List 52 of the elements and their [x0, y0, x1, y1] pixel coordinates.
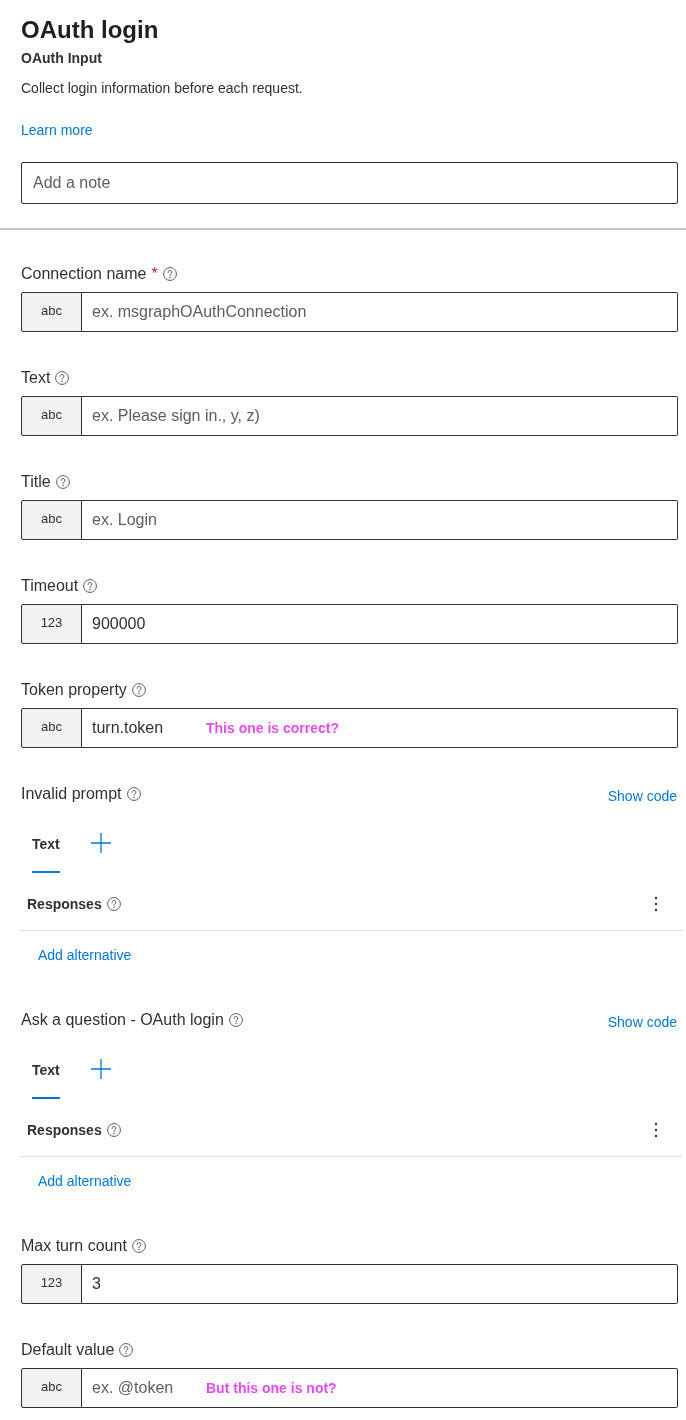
field-label: Max turn count	[21, 1236, 127, 1256]
help-icon[interactable]	[228, 1013, 243, 1027]
field-label: Connection name	[21, 264, 147, 284]
responses-label: Responses	[27, 895, 102, 914]
help-icon[interactable]	[83, 579, 98, 593]
required-mark: *	[151, 264, 158, 284]
tab[interactable]: Text	[32, 1049, 60, 1099]
more-icon[interactable]	[654, 1122, 658, 1138]
responses-label: Responses	[27, 1121, 102, 1140]
field-label: Timeout	[21, 576, 79, 596]
help-icon[interactable]	[106, 897, 121, 911]
annotation-text: This one is correct?	[206, 719, 340, 737]
help-icon[interactable]	[55, 475, 70, 489]
help-icon[interactable]	[55, 371, 70, 385]
section-label: Invalid prompt	[21, 784, 122, 804]
tab[interactable]: Text	[32, 823, 60, 873]
field-label: Default value	[21, 1340, 115, 1360]
show-code-link[interactable]: Show code	[607, 1012, 677, 1032]
help-icon[interactable]	[131, 683, 146, 697]
description: Collect login information before each request.	[21, 79, 304, 98]
field-label: Title	[21, 472, 51, 492]
text-field[interactable]: ex. msgraphOAuthConnection	[82, 292, 678, 332]
field-label: Token property	[21, 680, 127, 700]
section-label: Ask a question - OAuth login	[21, 1010, 224, 1030]
help-icon[interactable]	[131, 1239, 146, 1253]
type-badge: 123	[21, 604, 82, 644]
page-title: OAuth login	[21, 15, 160, 45]
subtitle: OAuth Input	[21, 49, 103, 68]
plus-icon[interactable]	[90, 833, 111, 853]
plus-icon[interactable]	[90, 1059, 111, 1079]
type-badge: 123	[21, 1264, 82, 1304]
text-field[interactable]: ex. Login	[82, 500, 678, 540]
help-icon[interactable]	[119, 1343, 134, 1357]
annotation-text: But this one is not?	[206, 1379, 337, 1397]
help-icon[interactable]	[106, 1123, 121, 1137]
type-badge: abc	[21, 1368, 82, 1408]
add-alternative-link[interactable]: Add alternative	[38, 1171, 132, 1191]
type-badge: abc	[21, 396, 82, 436]
note-field[interactable]: Add a note	[21, 162, 678, 204]
help-icon[interactable]	[126, 787, 141, 801]
help-icon[interactable]	[162, 267, 177, 281]
type-badge: abc	[21, 500, 82, 540]
show-code-link[interactable]: Show code	[607, 786, 677, 806]
type-badge: abc	[21, 708, 82, 748]
add-alternative-link[interactable]: Add alternative	[38, 945, 132, 965]
learn-more-link[interactable]: Learn more	[21, 122, 93, 138]
more-icon[interactable]	[654, 896, 658, 912]
type-badge: abc	[21, 292, 82, 332]
text-field[interactable]: 900000	[82, 604, 678, 644]
text-field[interactable]: ex. Please sign in., y, z)	[82, 396, 678, 436]
text-field[interactable]: 3	[82, 1264, 678, 1304]
field-label: Text	[21, 368, 51, 388]
